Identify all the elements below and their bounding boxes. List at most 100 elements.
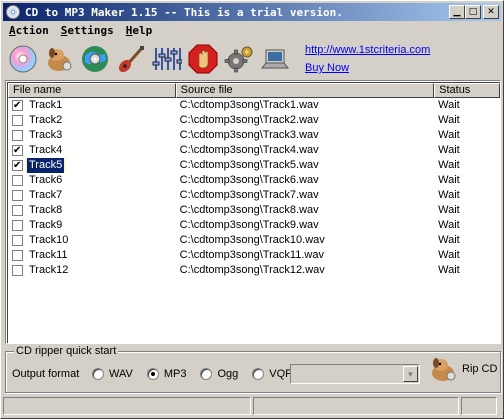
radio-mp3-dot[interactable] [146, 368, 159, 380]
app-window: CD to MP3 Maker 1.15 -- This is a trial … [0, 0, 504, 419]
track-name[interactable]: Track12 [27, 263, 70, 278]
status-bar [3, 397, 501, 416]
table-row[interactable]: Track6 C:\cdtomp3song\Track6.wav Wait [8, 173, 500, 188]
settings-gear-icon[interactable] [223, 43, 255, 75]
cd-disc-icon[interactable] [7, 43, 39, 75]
track-name[interactable]: Track4 [27, 143, 64, 158]
window-title: CD to MP3 Maker 1.15 -- This is a trial … [25, 5, 343, 19]
table-row[interactable]: Track4 C:\cdtomp3song\Track4.wav Wait [8, 143, 500, 158]
dropdown-arrow-button[interactable]: ▼ [403, 366, 418, 382]
track-name[interactable]: Track9 [27, 218, 64, 233]
table-row[interactable]: Track12 C:\cdtomp3song\Track12.wav Wait [8, 263, 500, 278]
title-bar[interactable]: CD to MP3 Maker 1.15 -- This is a trial … [3, 3, 501, 21]
table-row[interactable]: Track8 C:\cdtomp3song\Track8.wav Wait [8, 203, 500, 218]
source-file-cell: C:\cdtomp3song\Track4.wav [179, 144, 319, 156]
source-file-cell: C:\cdtomp3song\Track8.wav [179, 204, 319, 216]
track-checkbox[interactable] [12, 115, 23, 126]
status-panel-extra [461, 397, 497, 415]
track-checkbox[interactable] [12, 250, 23, 261]
menu-settings[interactable]: Settings [55, 24, 120, 37]
status-cell: Wait [438, 204, 460, 216]
minimize-button[interactable]: ▁ [449, 5, 465, 19]
source-file-cell: C:\cdtomp3song\Track11.wav [179, 249, 324, 261]
radio-vqf-dot[interactable] [252, 368, 265, 380]
track-name[interactable]: Track3 [27, 128, 64, 143]
track-name[interactable]: Track8 [27, 203, 64, 218]
track-name[interactable]: Track7 [27, 188, 64, 203]
status-cell: Wait [438, 129, 460, 141]
maximize-button[interactable]: □ [465, 5, 481, 19]
track-checkbox[interactable] [12, 130, 23, 141]
track-list[interactable]: File name Source file Status Track1 C:\cd… [5, 80, 501, 344]
menu-action[interactable]: Action [3, 24, 55, 37]
format-radio-wav[interactable]: WAV [92, 368, 133, 380]
table-row[interactable]: Track1 C:\cdtomp3song\Track1.wav Wait [8, 98, 500, 113]
table-row[interactable]: Track10 C:\cdtomp3song\Track10.wav Wait [8, 233, 500, 248]
maximize-icon: □ [468, 6, 478, 17]
laptop-icon[interactable] [259, 43, 291, 75]
track-name[interactable]: Track10 [27, 233, 70, 248]
file-name-cell: Track12 [8, 263, 176, 278]
source-file-cell: C:\cdtomp3song\Track6.wav [179, 174, 319, 186]
menu-help[interactable]: Help [120, 24, 159, 37]
radio-wav-dot[interactable] [92, 368, 104, 380]
equalizer-icon[interactable] [151, 43, 183, 75]
track-checkbox[interactable] [12, 98, 23, 113]
file-name-cell: Track4 [8, 143, 176, 158]
close-button[interactable]: ✕ [483, 5, 499, 19]
file-name-cell: Track7 [8, 188, 176, 203]
column-header-source-file[interactable]: Source file [175, 83, 435, 98]
rip-cd-label: Rip CD [462, 363, 498, 375]
track-name[interactable]: Track2 [27, 113, 64, 128]
format-radio-mp3[interactable]: MP3 [146, 368, 186, 380]
globe-cd-icon[interactable] [79, 43, 111, 75]
buy-now-link[interactable]: Buy Now [305, 62, 430, 74]
file-name-cell: Track11 [8, 248, 176, 263]
track-checkbox[interactable] [12, 190, 23, 201]
table-row[interactable]: Track5 C:\cdtomp3song\Track5.wav Wait [8, 158, 500, 173]
table-row[interactable]: Track11 C:\cdtomp3song\Track11.wav Wait [8, 248, 500, 263]
dog-rip-icon[interactable] [43, 43, 75, 75]
quality-dropdown[interactable]: ▼ [290, 364, 420, 384]
source-file-cell: C:\cdtomp3song\Track10.wav [179, 234, 325, 246]
track-checkbox[interactable] [12, 220, 23, 231]
table-row[interactable]: Track7 C:\cdtomp3song\Track7.wav Wait [8, 188, 500, 203]
app-cd-icon[interactable] [5, 4, 21, 20]
close-icon: ✕ [487, 6, 495, 17]
quickstart-group: CD ripper quick start Output format WAV … [5, 345, 501, 393]
stop-hand-icon[interactable] [187, 43, 219, 75]
track-checkbox[interactable] [12, 265, 23, 276]
track-checkbox[interactable] [12, 158, 23, 173]
dog-rip-icon[interactable] [428, 354, 458, 384]
table-row[interactable]: Track2 C:\cdtomp3song\Track2.wav Wait [8, 113, 500, 128]
format-radio-ogg[interactable]: Ogg [200, 368, 238, 380]
file-name-cell: Track3 [8, 128, 176, 143]
source-file-cell: C:\cdtomp3song\Track3.wav [179, 129, 319, 141]
track-name[interactable]: Track1 [27, 98, 64, 113]
file-name-cell: Track9 [8, 218, 176, 233]
guitar-icon[interactable] [115, 43, 147, 75]
source-file-cell: C:\cdtomp3song\Track5.wav [179, 159, 319, 171]
table-row[interactable]: Track9 C:\cdtomp3song\Track9.wav Wait [8, 218, 500, 233]
column-header-status[interactable]: Status [434, 83, 500, 98]
status-cell: Wait [438, 159, 460, 171]
file-name-cell: Track6 [8, 173, 176, 188]
file-name-cell: Track10 [8, 233, 176, 248]
track-name[interactable]: Track6 [27, 173, 64, 188]
track-name[interactable]: Track11 [27, 248, 70, 263]
radio-ogg-dot[interactable] [200, 368, 213, 380]
track-checkbox[interactable] [12, 175, 23, 186]
track-checkbox[interactable] [12, 205, 23, 216]
file-name-cell: Track1 [8, 98, 176, 113]
track-checkbox[interactable] [12, 235, 23, 246]
track-checkbox[interactable] [12, 143, 23, 158]
track-name[interactable]: Track5 [25, 158, 66, 173]
website-link[interactable]: http://www.1stcriteria.com [305, 44, 430, 56]
format-radio-vqf[interactable]: VQF [252, 368, 292, 380]
file-name-cell: Track2 [8, 113, 176, 128]
column-header-file-name[interactable]: File name [8, 83, 176, 98]
file-name-cell: Track8 [8, 203, 176, 218]
table-row[interactable]: Track3 C:\cdtomp3song\Track3.wav Wait [8, 128, 500, 143]
rip-cd-button[interactable]: Rip CD [428, 354, 497, 384]
status-cell: Wait [438, 264, 460, 276]
